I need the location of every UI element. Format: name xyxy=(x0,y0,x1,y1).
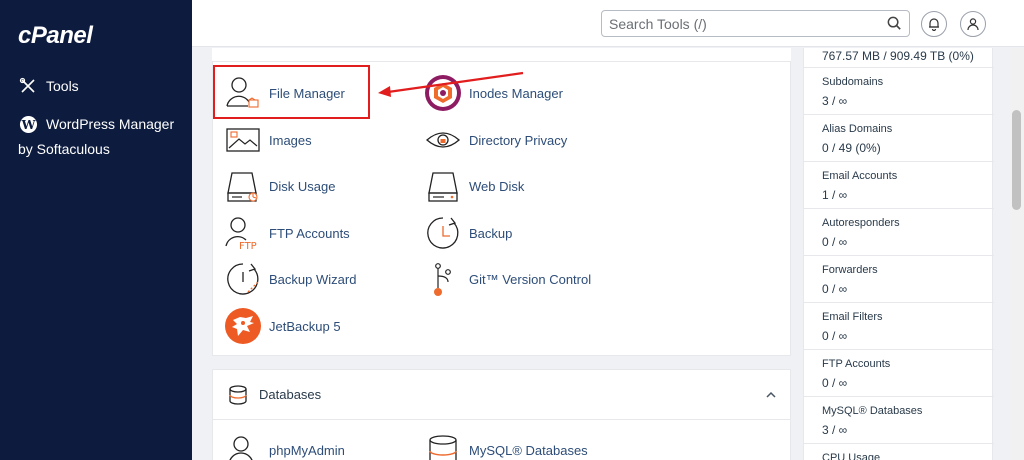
files-panel-header xyxy=(212,48,791,62)
directory-privacy-icon xyxy=(423,120,463,160)
stat-disk-usage: 767.57 MB / 909.49 TB (0%) xyxy=(804,48,994,68)
web-disk-icon xyxy=(423,166,463,206)
user-icon xyxy=(967,18,979,31)
tool-label: Backup xyxy=(469,225,513,241)
databases-header[interactable]: Databases xyxy=(213,370,790,420)
stat-value: 767.57 MB / 909.49 TB (0%) xyxy=(822,49,974,63)
tool-label: Images xyxy=(269,132,312,148)
tool-label: JetBackup 5 xyxy=(269,318,341,334)
tool-git-version-control[interactable]: Git™ Version Control xyxy=(423,259,591,299)
cpanel-logo[interactable]: cPanel xyxy=(18,22,93,50)
bell-icon xyxy=(929,18,939,31)
tool-label: Backup Wizard xyxy=(269,271,357,287)
svg-text:W: W xyxy=(20,116,35,131)
annotation-arrow xyxy=(378,71,524,97)
tool-ftp-accounts[interactable]: FTP FTP Accounts xyxy=(223,213,350,253)
stat-value: 0 / 49 (0%) xyxy=(822,141,881,155)
tools-icon xyxy=(18,76,38,96)
user-menu-button[interactable] xyxy=(960,11,986,37)
tool-disk-usage[interactable]: Disk Usage xyxy=(223,166,335,206)
tool-label: FTP Accounts xyxy=(269,225,350,241)
stat-label: MySQL® Databases xyxy=(822,405,923,417)
search-box xyxy=(601,10,910,37)
stat-label: FTP Accounts xyxy=(822,358,891,370)
search-icon[interactable] xyxy=(886,15,903,32)
tool-jetbackup[interactable]: JetBackup 5 xyxy=(223,306,341,346)
mysql-databases-icon xyxy=(423,430,463,460)
tool-backup-wizard[interactable]: Backup Wizard xyxy=(223,259,356,299)
stat-label: Email Filters xyxy=(822,311,883,323)
wordpress-icon: W xyxy=(18,114,38,134)
stat-mysql-databases: MySQL® Databases 3 / ∞ xyxy=(804,397,994,444)
sidebar-item-label: Tools xyxy=(46,78,79,94)
tool-images[interactable]: Images xyxy=(223,120,312,160)
stat-email-accounts: Email Accounts 1 / ∞ xyxy=(804,162,994,209)
disk-usage-icon xyxy=(223,166,263,206)
stat-alias-domains: Alias Domains 0 / 49 (0%) xyxy=(804,115,994,162)
tool-label: Web Disk xyxy=(469,178,525,194)
tool-label: phpMyAdmin xyxy=(269,442,345,458)
stat-label: Forwarders xyxy=(822,264,878,276)
tool-label: Git™ Version Control xyxy=(469,271,592,287)
svg-text:FTP: FTP xyxy=(239,241,257,252)
stat-label: CPU Usage xyxy=(822,452,881,460)
highlight-box xyxy=(213,65,370,119)
stat-email-filters: Email Filters 0 / ∞ xyxy=(804,303,994,350)
stat-label: Email Accounts xyxy=(822,170,898,182)
tool-label: MySQL® Databases xyxy=(469,442,588,458)
notifications-button[interactable] xyxy=(921,11,947,37)
tool-label: Disk Usage xyxy=(269,178,336,194)
sidebar: cPanel Tools W WordPress Manager by Soft… xyxy=(0,0,192,460)
stat-autoresponders: Autoresponders 0 / ∞ xyxy=(804,209,994,256)
page-scrollbar[interactable] xyxy=(1009,48,1024,460)
tool-mysql-databases[interactable]: MySQL® Databases xyxy=(423,430,588,460)
statistics-panel: 767.57 MB / 909.49 TB (0%) Subdomains 3 … xyxy=(803,48,994,460)
ftp-accounts-icon: FTP xyxy=(223,213,263,253)
stat-value: 0 / ∞ xyxy=(822,235,848,249)
backup-icon xyxy=(423,213,463,253)
tool-directory-privacy[interactable]: Directory Privacy xyxy=(423,120,567,160)
backup-wizard-icon xyxy=(223,259,263,299)
databases-title: Databases xyxy=(259,387,322,402)
stat-value: 1 / ∞ xyxy=(822,188,848,202)
git-icon xyxy=(423,259,463,299)
sidebar-item-label: WordPress Manager xyxy=(46,116,175,132)
stat-subdomains: Subdomains 3 / ∞ xyxy=(804,68,994,115)
top-header xyxy=(192,0,1024,47)
database-icon xyxy=(229,385,247,405)
tool-label: Directory Privacy xyxy=(469,132,568,148)
phpmyadmin-icon xyxy=(223,430,263,460)
stat-label: Alias Domains xyxy=(822,123,893,135)
tool-phpmyadmin[interactable]: phpMyAdmin xyxy=(223,430,345,460)
stat-label: Subdomains xyxy=(822,76,884,88)
stat-value: 0 / ∞ xyxy=(822,329,848,343)
sidebar-item-wordpress-manager[interactable]: W WordPress Manager xyxy=(18,114,174,134)
stat-value: 3 / ∞ xyxy=(822,423,848,437)
scrollbar-thumb[interactable] xyxy=(1012,110,1021,210)
search-input[interactable] xyxy=(602,11,872,36)
jetbackup-icon xyxy=(223,306,263,346)
images-icon xyxy=(223,120,263,160)
stat-forwarders: Forwarders 0 / ∞ xyxy=(804,256,994,303)
stat-value: 0 / ∞ xyxy=(822,282,848,296)
stat-value: 3 / ∞ xyxy=(822,94,848,108)
stat-cpu-usage: CPU Usage xyxy=(804,444,994,460)
stat-label: Autoresponders xyxy=(822,217,900,229)
stat-value: 0 / ∞ xyxy=(822,376,848,390)
stat-ftp-accounts: FTP Accounts 0 / ∞ xyxy=(804,350,994,397)
tool-web-disk[interactable]: Web Disk xyxy=(423,166,524,206)
chevron-up-icon[interactable] xyxy=(765,389,777,401)
sidebar-item-sublabel: by Softaculous xyxy=(18,141,110,157)
tool-backup[interactable]: Backup xyxy=(423,213,512,253)
sidebar-item-tools[interactable]: Tools xyxy=(18,76,79,96)
